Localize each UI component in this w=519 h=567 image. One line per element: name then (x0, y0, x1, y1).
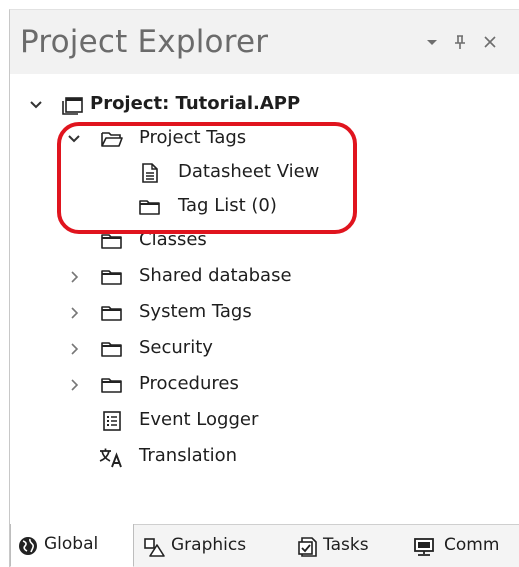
tab-tasks[interactable]: Tasks (290, 525, 398, 566)
window-position-dropdown[interactable] (422, 32, 442, 52)
folder-open-icon (100, 129, 124, 149)
tree-item-shared-database[interactable]: Shared database (10, 260, 510, 294)
translate-icon (98, 447, 122, 468)
chevron-down-icon[interactable] (28, 97, 44, 113)
tab-label: Tasks (323, 535, 369, 555)
document-icon (138, 163, 162, 183)
tab-label: Comm (444, 535, 500, 555)
close-button[interactable] (480, 32, 500, 52)
explorer-tab-bar: Global Graphics Tasks Comm (10, 524, 519, 567)
tab-global[interactable]: Global (10, 524, 134, 567)
chevron-down-icon[interactable] (66, 131, 82, 147)
tree-item-label: Translation (139, 445, 238, 466)
graphics-icon (142, 536, 166, 557)
computer-icon (412, 536, 436, 556)
pin-button[interactable] (450, 32, 470, 52)
tab-label: Global (44, 534, 99, 554)
tree-item-label: Event Logger (139, 409, 259, 430)
tree-item-tag-list[interactable]: Tag List (0) (10, 190, 510, 224)
globe-icon (17, 535, 41, 555)
panel-titlebar: Project Explorer (10, 10, 519, 74)
tab-comm[interactable]: Comm (406, 525, 518, 566)
chevron-right-icon[interactable] (66, 377, 82, 393)
tree-item-event-logger[interactable]: Event Logger (10, 404, 510, 438)
tree-item-label: Tag List (0) (178, 195, 277, 216)
tree-item-classes[interactable]: Classes (10, 224, 510, 258)
tree-item-label: Shared database (139, 265, 292, 286)
tab-label: Graphics (171, 535, 247, 555)
tab-graphics[interactable]: Graphics (136, 525, 278, 566)
tree-item-label: Project Tags (139, 127, 247, 148)
tree-item-label: Procedures (139, 373, 239, 394)
tree-item-label: Security (139, 337, 213, 358)
folder-icon (100, 267, 124, 287)
folder-icon (100, 303, 124, 323)
project-explorer-panel: Project Explorer Project: Tutorial.APP P… (9, 9, 519, 567)
chevron-right-icon[interactable] (66, 269, 82, 285)
chevron-down-icon (427, 40, 437, 45)
panel-title: Project Explorer (20, 24, 269, 60)
tree-item-security[interactable]: Security (10, 332, 510, 366)
chevron-right-icon[interactable] (66, 341, 82, 357)
folder-icon (100, 375, 124, 395)
tree-item-datasheet-view[interactable]: Datasheet View (10, 156, 510, 190)
folder-icon (100, 231, 124, 251)
tree-root-project[interactable]: Project: Tutorial.APP (10, 88, 510, 122)
tree-item-label: System Tags (139, 301, 252, 322)
tree-item-system-tags[interactable]: System Tags (10, 296, 510, 330)
tree-item-label: Datasheet View (178, 161, 320, 182)
pin-icon (455, 35, 465, 49)
tree-item-translation[interactable]: Translation (10, 440, 510, 474)
tree-item-project-tags[interactable]: Project Tags (10, 122, 510, 156)
folder-icon (138, 197, 162, 217)
tree-item-procedures[interactable]: Procedures (10, 368, 510, 402)
folder-icon (100, 339, 124, 359)
tree-item-label: Project: Tutorial.APP (90, 93, 301, 114)
list-document-icon (100, 411, 124, 431)
tree-item-label: Classes (139, 229, 207, 250)
chevron-right-icon[interactable] (66, 305, 82, 321)
project-window-icon (60, 95, 84, 115)
tasks-icon (296, 536, 320, 557)
close-icon (484, 36, 496, 48)
